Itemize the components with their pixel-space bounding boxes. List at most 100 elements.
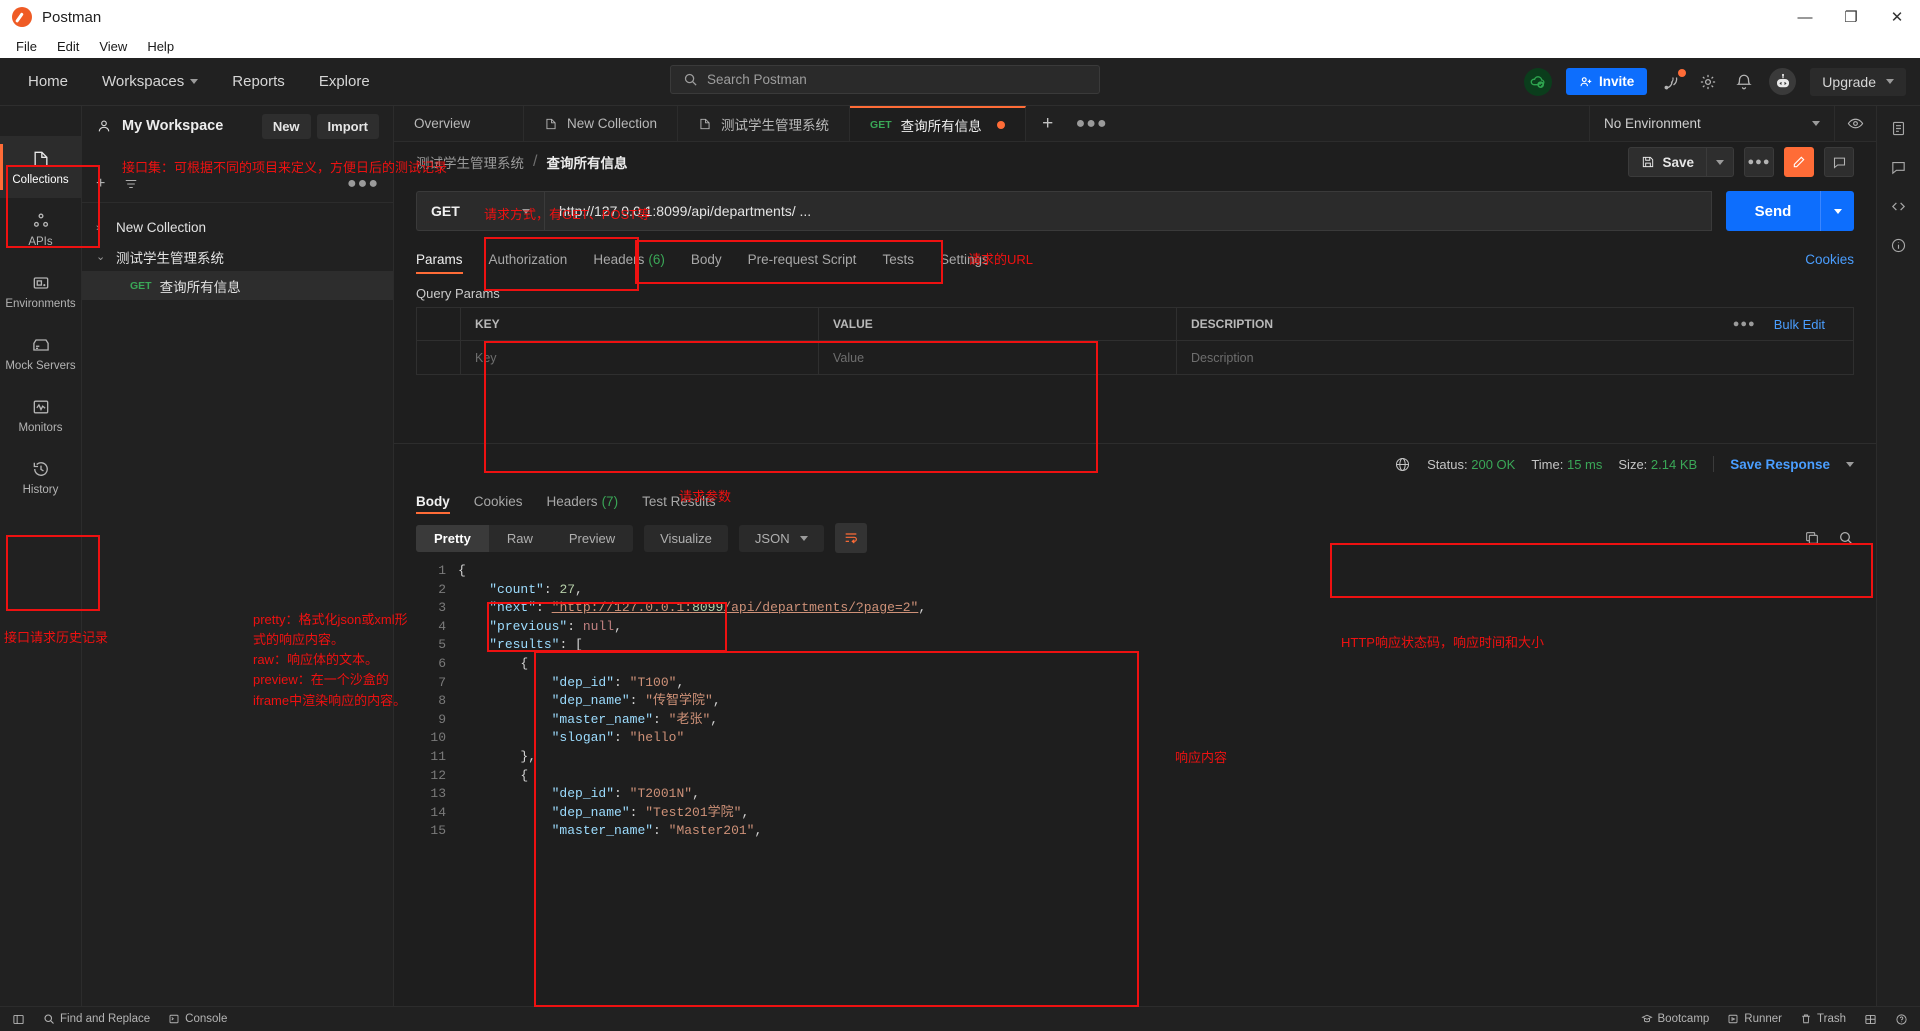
- minimize-button[interactable]: —: [1782, 0, 1828, 34]
- cloud-check-icon[interactable]: [1524, 67, 1553, 96]
- sidebar-item-history[interactable]: History: [0, 446, 81, 508]
- col-value-label: VALUE: [833, 317, 873, 331]
- url-input[interactable]: http://127.0.0.1:8099/api/departments/ .…: [544, 191, 1712, 231]
- documentation-icon[interactable]: [1890, 120, 1907, 137]
- response-tab-body[interactable]: Body: [416, 484, 450, 518]
- sidebar-toggle-icon[interactable]: [12, 1013, 25, 1026]
- cookies-link[interactable]: Cookies: [1805, 252, 1854, 267]
- new-button[interactable]: New: [261, 113, 311, 139]
- request-tab-body[interactable]: Body: [691, 240, 722, 278]
- format-preview-button[interactable]: Preview: [551, 525, 633, 552]
- runner-button[interactable]: Runner: [1727, 1013, 1782, 1026]
- tree-item-new-collection[interactable]: › New Collection: [82, 213, 393, 242]
- menu-item-view[interactable]: View: [91, 37, 135, 56]
- invite-button[interactable]: Invite: [1566, 68, 1648, 95]
- search-icon: [684, 73, 697, 86]
- upgrade-button[interactable]: Upgrade: [1810, 67, 1906, 96]
- console-button[interactable]: Console: [168, 1013, 227, 1025]
- sidebar-item-mock-servers[interactable]: Mock Servers: [0, 322, 81, 384]
- menu-item-edit[interactable]: Edit: [49, 37, 87, 56]
- request-tab-headers[interactable]: Headers (6): [593, 240, 665, 278]
- workspace-row[interactable]: My Workspace New Import: [82, 106, 393, 146]
- comment-button[interactable]: [1824, 147, 1854, 177]
- help-button[interactable]: [1895, 1013, 1908, 1026]
- plus-icon[interactable]: +: [96, 175, 105, 193]
- import-button[interactable]: Import: [316, 113, 379, 139]
- gear-icon[interactable]: [1697, 71, 1719, 93]
- send-button[interactable]: Send: [1726, 191, 1820, 231]
- response-body-code[interactable]: 1 2 3 4 5 6 7 8 9 10 11 12 13 14 15 { "count": 27, "ne…: [394, 562, 1876, 841]
- find-and-replace-button[interactable]: Find and Replace: [43, 1013, 150, 1025]
- nav-explore[interactable]: Explore: [305, 67, 384, 96]
- info-icon[interactable]: [1890, 237, 1907, 254]
- json-code-content[interactable]: { "count": 27, "next": "http://127.0.0.1…: [458, 562, 1876, 841]
- query-params-description-input[interactable]: Description: [1177, 341, 1853, 374]
- comments-icon[interactable]: [1890, 159, 1907, 176]
- tab-new-collection[interactable]: New Collection: [524, 106, 679, 141]
- nav-reports[interactable]: Reports: [218, 67, 299, 96]
- sidebar-item-environments[interactable]: Environments: [0, 260, 81, 322]
- language-selector[interactable]: JSON: [738, 524, 824, 552]
- search-input[interactable]: Search Postman: [670, 65, 1100, 94]
- environment-quick-look[interactable]: [1834, 106, 1876, 141]
- chevron-down-icon[interactable]: ⌄: [96, 250, 108, 263]
- satellite-icon[interactable]: [1661, 68, 1687, 93]
- maximize-button[interactable]: ❐: [1828, 0, 1874, 34]
- send-options-button[interactable]: [1820, 191, 1854, 231]
- edit-request-button[interactable]: [1784, 147, 1814, 177]
- visualize-button[interactable]: Visualize: [644, 524, 728, 552]
- history-icon: [33, 461, 48, 476]
- copy-icon[interactable]: [1804, 530, 1820, 546]
- new-tab-button[interactable]: +: [1026, 106, 1070, 141]
- tab-overview[interactable]: Overview: [394, 106, 524, 141]
- environment-selector[interactable]: No Environment: [1589, 106, 1834, 141]
- response-tab-headers[interactable]: Headers (7): [547, 484, 619, 518]
- trash-button[interactable]: Trash: [1800, 1013, 1846, 1026]
- request-more-button[interactable]: ●●●: [1744, 147, 1774, 177]
- bell-icon[interactable]: [1733, 71, 1755, 93]
- tabs-more-icon[interactable]: ●●●: [1070, 106, 1114, 141]
- bulk-edit-link[interactable]: Bulk Edit: [1774, 317, 1825, 332]
- tree-item-request[interactable]: GET 查询所有信息: [82, 271, 393, 300]
- response-tab-cookies-label: Cookies: [473, 493, 523, 509]
- nav-home-label: Home: [28, 73, 69, 90]
- tab-test-student-system[interactable]: 测试学生管理系统: [678, 106, 851, 141]
- request-tab-tests-label: Tests: [882, 251, 914, 267]
- query-params-row-checkbox[interactable]: [417, 341, 461, 374]
- response-tab-cookies[interactable]: Cookies: [474, 484, 523, 518]
- chevron-right-icon[interactable]: ›: [96, 222, 108, 234]
- query-params-value-input[interactable]: Value: [819, 341, 1177, 374]
- chevron-down-icon[interactable]: [1846, 461, 1854, 467]
- sidebar-item-apis[interactable]: APIs: [0, 198, 81, 260]
- sidebar-item-collections[interactable]: Collections: [0, 136, 81, 198]
- bootcamp-button[interactable]: Bootcamp: [1640, 1013, 1709, 1026]
- tab-query-all-info[interactable]: GET 查询所有信息: [850, 106, 1026, 141]
- menu-item-file[interactable]: File: [8, 37, 45, 56]
- query-params-key-input[interactable]: Key: [461, 341, 819, 374]
- menu-item-help[interactable]: Help: [139, 37, 182, 56]
- request-tab-params[interactable]: Params: [416, 240, 463, 278]
- request-tab-authorization[interactable]: Authorization: [489, 240, 568, 278]
- nav-workspaces[interactable]: Workspaces: [88, 67, 212, 96]
- filter-icon[interactable]: [123, 177, 139, 191]
- bot-icon[interactable]: [1769, 68, 1797, 95]
- unsaved-dot-icon: [996, 120, 1005, 129]
- wrap-lines-button[interactable]: [834, 523, 867, 553]
- save-response-button[interactable]: Save Response: [1730, 457, 1830, 472]
- search-icon[interactable]: [1838, 530, 1854, 546]
- save-button[interactable]: Save: [1628, 147, 1734, 177]
- request-tab-pre-request-script[interactable]: Pre-request Script: [748, 240, 857, 278]
- collections-sidebar: My Workspace New Import + ●●● › New Coll…: [82, 106, 394, 1006]
- tree-item-test-student-system[interactable]: ⌄ 测试学生管理系统: [82, 242, 393, 271]
- save-dropdown[interactable]: [1706, 148, 1733, 176]
- layout-toggle-icon[interactable]: [1864, 1013, 1877, 1026]
- query-params-more-icon[interactable]: ●●●: [1733, 318, 1756, 330]
- code-icon[interactable]: [1890, 198, 1907, 215]
- format-raw-button[interactable]: Raw: [489, 525, 551, 552]
- close-button[interactable]: ✕: [1874, 0, 1920, 34]
- format-pretty-button[interactable]: Pretty: [416, 524, 489, 552]
- sidebar-item-monitors[interactable]: Monitors: [0, 384, 81, 446]
- nav-home[interactable]: Home: [14, 67, 82, 96]
- request-tab-tests[interactable]: Tests: [882, 240, 914, 278]
- save-button-inner[interactable]: Save: [1629, 155, 1706, 170]
